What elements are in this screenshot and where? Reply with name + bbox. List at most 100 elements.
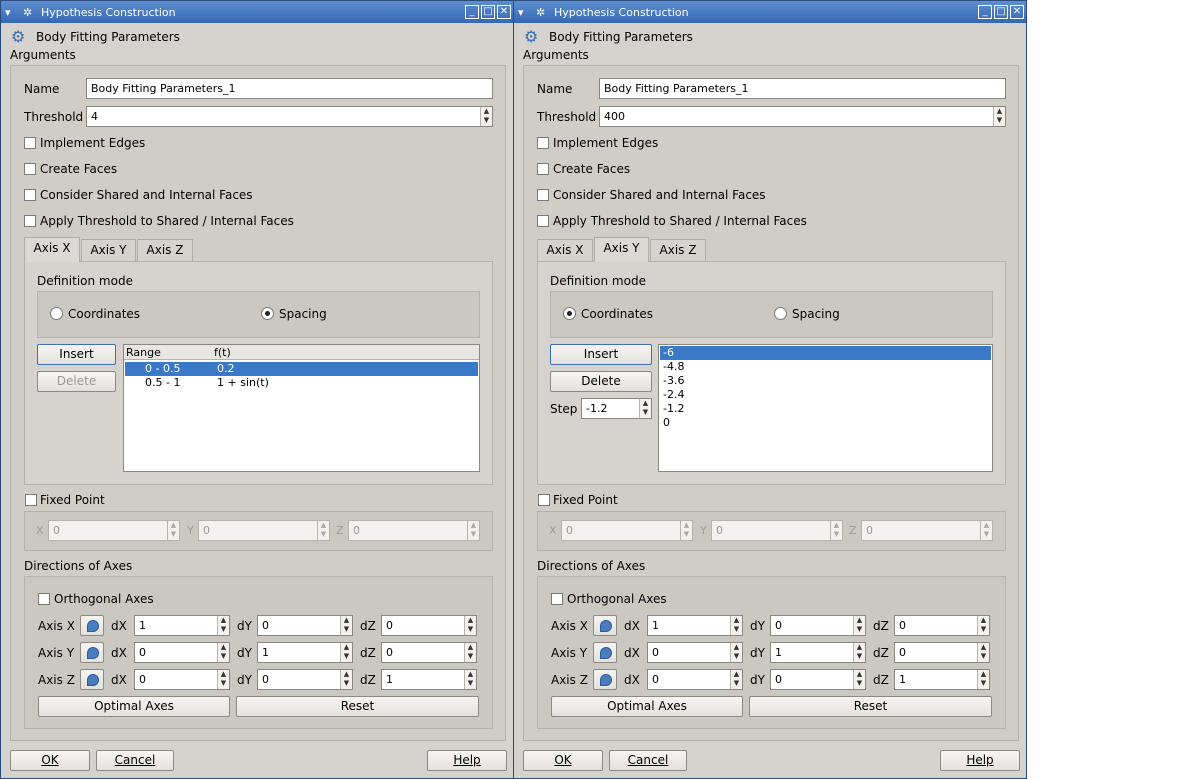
- tab-axis-x[interactable]: Axis X: [24, 237, 80, 262]
- help-button[interactable]: Help: [427, 750, 507, 771]
- spin-arrows-icon[interactable]: ▲ ▼: [853, 670, 865, 689]
- fixed-y-input[interactable]: 0 ▲ ▼: [198, 520, 330, 541]
- axis-z-select-button[interactable]: [593, 669, 617, 690]
- spin-arrows-icon[interactable]: ▲ ▼: [830, 521, 842, 540]
- name-input[interactable]: Body Fitting Parameters_1: [599, 78, 1006, 99]
- tab-axis-z[interactable]: Axis Z: [137, 239, 193, 262]
- spin-arrows-icon[interactable]: ▲ ▼: [340, 670, 352, 689]
- optimal-axes-button[interactable]: Optimal Axes: [38, 696, 230, 717]
- name-input[interactable]: Body Fitting Parameters_1: [86, 78, 493, 99]
- spin-arrows-icon[interactable]: ▲ ▼: [977, 643, 989, 662]
- spacing-radio[interactable]: [774, 307, 787, 320]
- window-menu-icon[interactable]: ▾: [5, 6, 11, 19]
- tab-axis-y[interactable]: Axis Y: [594, 237, 649, 262]
- spin-arrows-icon[interactable]: ▲ ▼: [853, 616, 865, 635]
- spin-arrows-icon[interactable]: ▲ ▼: [977, 616, 989, 635]
- spin-arrows-icon[interactable]: ▲ ▼: [217, 670, 229, 689]
- threshold-spinbox[interactable]: 400 ▲ ▼: [599, 106, 1006, 127]
- spacing-radio[interactable]: [261, 307, 274, 320]
- spin-arrows-icon[interactable]: ▲ ▼: [977, 670, 989, 689]
- maximize-button[interactable]: □: [994, 5, 1008, 19]
- list-item[interactable]: -4.8: [660, 360, 991, 374]
- tab-axis-z[interactable]: Axis Z: [650, 239, 706, 262]
- coordinates-radio[interactable]: [563, 307, 576, 320]
- consider-shared-faces-checkbox[interactable]: [24, 189, 36, 201]
- spin-arrows-icon[interactable]: ▲ ▼: [730, 643, 742, 662]
- fixed-z-input[interactable]: 0 ▲ ▼: [348, 520, 480, 541]
- help-button[interactable]: Help: [940, 750, 1020, 771]
- spin-arrows-icon[interactable]: ▲ ▼: [317, 521, 329, 540]
- cancel-button[interactable]: Cancel: [609, 750, 687, 771]
- axis-x-dx-input[interactable]: 1 ▲ ▼: [134, 615, 230, 636]
- window-menu-icon[interactable]: ▾: [518, 6, 524, 19]
- fixed-y-input[interactable]: 0 ▲ ▼: [711, 520, 843, 541]
- spin-arrows-icon[interactable]: ▲ ▼: [467, 521, 479, 540]
- spin-arrows-icon[interactable]: ▲ ▼: [217, 616, 229, 635]
- spin-arrows-icon[interactable]: ▲ ▼: [340, 616, 352, 635]
- axis-x-select-button[interactable]: [80, 615, 104, 636]
- create-faces-checkbox[interactable]: [537, 163, 549, 175]
- axis-y-dz-input[interactable]: 0 ▲ ▼: [894, 642, 990, 663]
- axis-z-dx-input[interactable]: 0 ▲ ▼: [647, 669, 743, 690]
- create-faces-checkbox[interactable]: [24, 163, 36, 175]
- axis-z-dz-input[interactable]: 1 ▲ ▼: [381, 669, 477, 690]
- axis-x-dx-input[interactable]: 1 ▲ ▼: [647, 615, 743, 636]
- fixed-x-input[interactable]: 0 ▲ ▼: [561, 520, 693, 541]
- coordinates-radio[interactable]: [50, 307, 63, 320]
- axis-y-dx-input[interactable]: 0 ▲ ▼: [647, 642, 743, 663]
- apply-threshold-checkbox[interactable]: [537, 215, 549, 227]
- tab-axis-y[interactable]: Axis Y: [81, 239, 136, 262]
- reset-button[interactable]: Reset: [749, 696, 992, 717]
- orthogonal-axes-checkbox[interactable]: [38, 593, 50, 605]
- axis-z-select-button[interactable]: [80, 669, 104, 690]
- spacing-table[interactable]: Range f(t) 0 - 0.5 0.2 0.5 - 1 1 + sin(t…: [123, 344, 480, 472]
- spin-arrows-icon[interactable]: ▲ ▼: [340, 643, 352, 662]
- minimize-button[interactable]: _: [465, 5, 479, 19]
- consider-shared-faces-checkbox[interactable]: [537, 189, 549, 201]
- list-item[interactable]: -1.2: [660, 402, 991, 416]
- spin-arrows-icon[interactable]: ▲ ▼: [167, 521, 179, 540]
- threshold-spinbox[interactable]: 4 ▲ ▼: [86, 106, 493, 127]
- fixed-x-input[interactable]: 0 ▲ ▼: [48, 520, 180, 541]
- step-spinbox[interactable]: -1.2 ▲ ▼: [581, 398, 652, 419]
- ok-button[interactable]: OK: [10, 750, 90, 771]
- spin-arrows-icon[interactable]: ▲ ▼: [480, 107, 492, 126]
- axis-y-dz-input[interactable]: 0 ▲ ▼: [381, 642, 477, 663]
- spin-arrows-icon[interactable]: ▲ ▼: [464, 643, 476, 662]
- spin-arrows-icon[interactable]: ▲ ▼: [464, 616, 476, 635]
- delete-button[interactable]: Delete: [37, 371, 116, 392]
- list-item[interactable]: 0: [660, 416, 991, 430]
- fixed-point-checkbox[interactable]: [25, 494, 37, 506]
- list-item[interactable]: -2.4: [660, 388, 991, 402]
- axis-y-select-button[interactable]: [80, 642, 104, 663]
- spin-arrows-icon[interactable]: ▲ ▼: [730, 616, 742, 635]
- optimal-axes-button[interactable]: Optimal Axes: [551, 696, 743, 717]
- axis-x-select-button[interactable]: [593, 615, 617, 636]
- coordinates-list[interactable]: -6 -4.8 -3.6 -2.4 -1.2 0: [658, 344, 993, 472]
- axis-z-dy-input[interactable]: 0 ▲ ▼: [770, 669, 866, 690]
- spin-arrows-icon[interactable]: ▲ ▼: [730, 670, 742, 689]
- axis-y-select-button[interactable]: [593, 642, 617, 663]
- pin-icon[interactable]: ✲: [536, 6, 545, 19]
- axis-z-dx-input[interactable]: 0 ▲ ▼: [134, 669, 230, 690]
- spin-arrows-icon[interactable]: ▲ ▼: [217, 643, 229, 662]
- list-item[interactable]: -3.6: [660, 374, 991, 388]
- delete-button[interactable]: Delete: [550, 371, 652, 392]
- implement-edges-checkbox[interactable]: [24, 137, 36, 149]
- orthogonal-axes-checkbox[interactable]: [551, 593, 563, 605]
- insert-button[interactable]: Insert: [550, 344, 652, 365]
- pin-icon[interactable]: ✲: [23, 6, 32, 19]
- spin-arrows-icon[interactable]: ▲ ▼: [639, 399, 651, 418]
- list-item[interactable]: -6: [660, 346, 991, 360]
- axis-x-dz-input[interactable]: 0 ▲ ▼: [381, 615, 477, 636]
- table-row[interactable]: 0.5 - 1 1 + sin(t): [125, 376, 478, 390]
- axis-z-dz-input[interactable]: 1 ▲ ▼: [894, 669, 990, 690]
- axis-z-dy-input[interactable]: 0 ▲ ▼: [257, 669, 353, 690]
- reset-button[interactable]: Reset: [236, 696, 479, 717]
- fixed-point-checkbox[interactable]: [538, 494, 550, 506]
- cancel-button[interactable]: Cancel: [96, 750, 174, 771]
- spin-arrows-icon[interactable]: ▲ ▼: [853, 643, 865, 662]
- table-row[interactable]: 0 - 0.5 0.2: [125, 362, 478, 376]
- ok-button[interactable]: OK: [523, 750, 603, 771]
- implement-edges-checkbox[interactable]: [537, 137, 549, 149]
